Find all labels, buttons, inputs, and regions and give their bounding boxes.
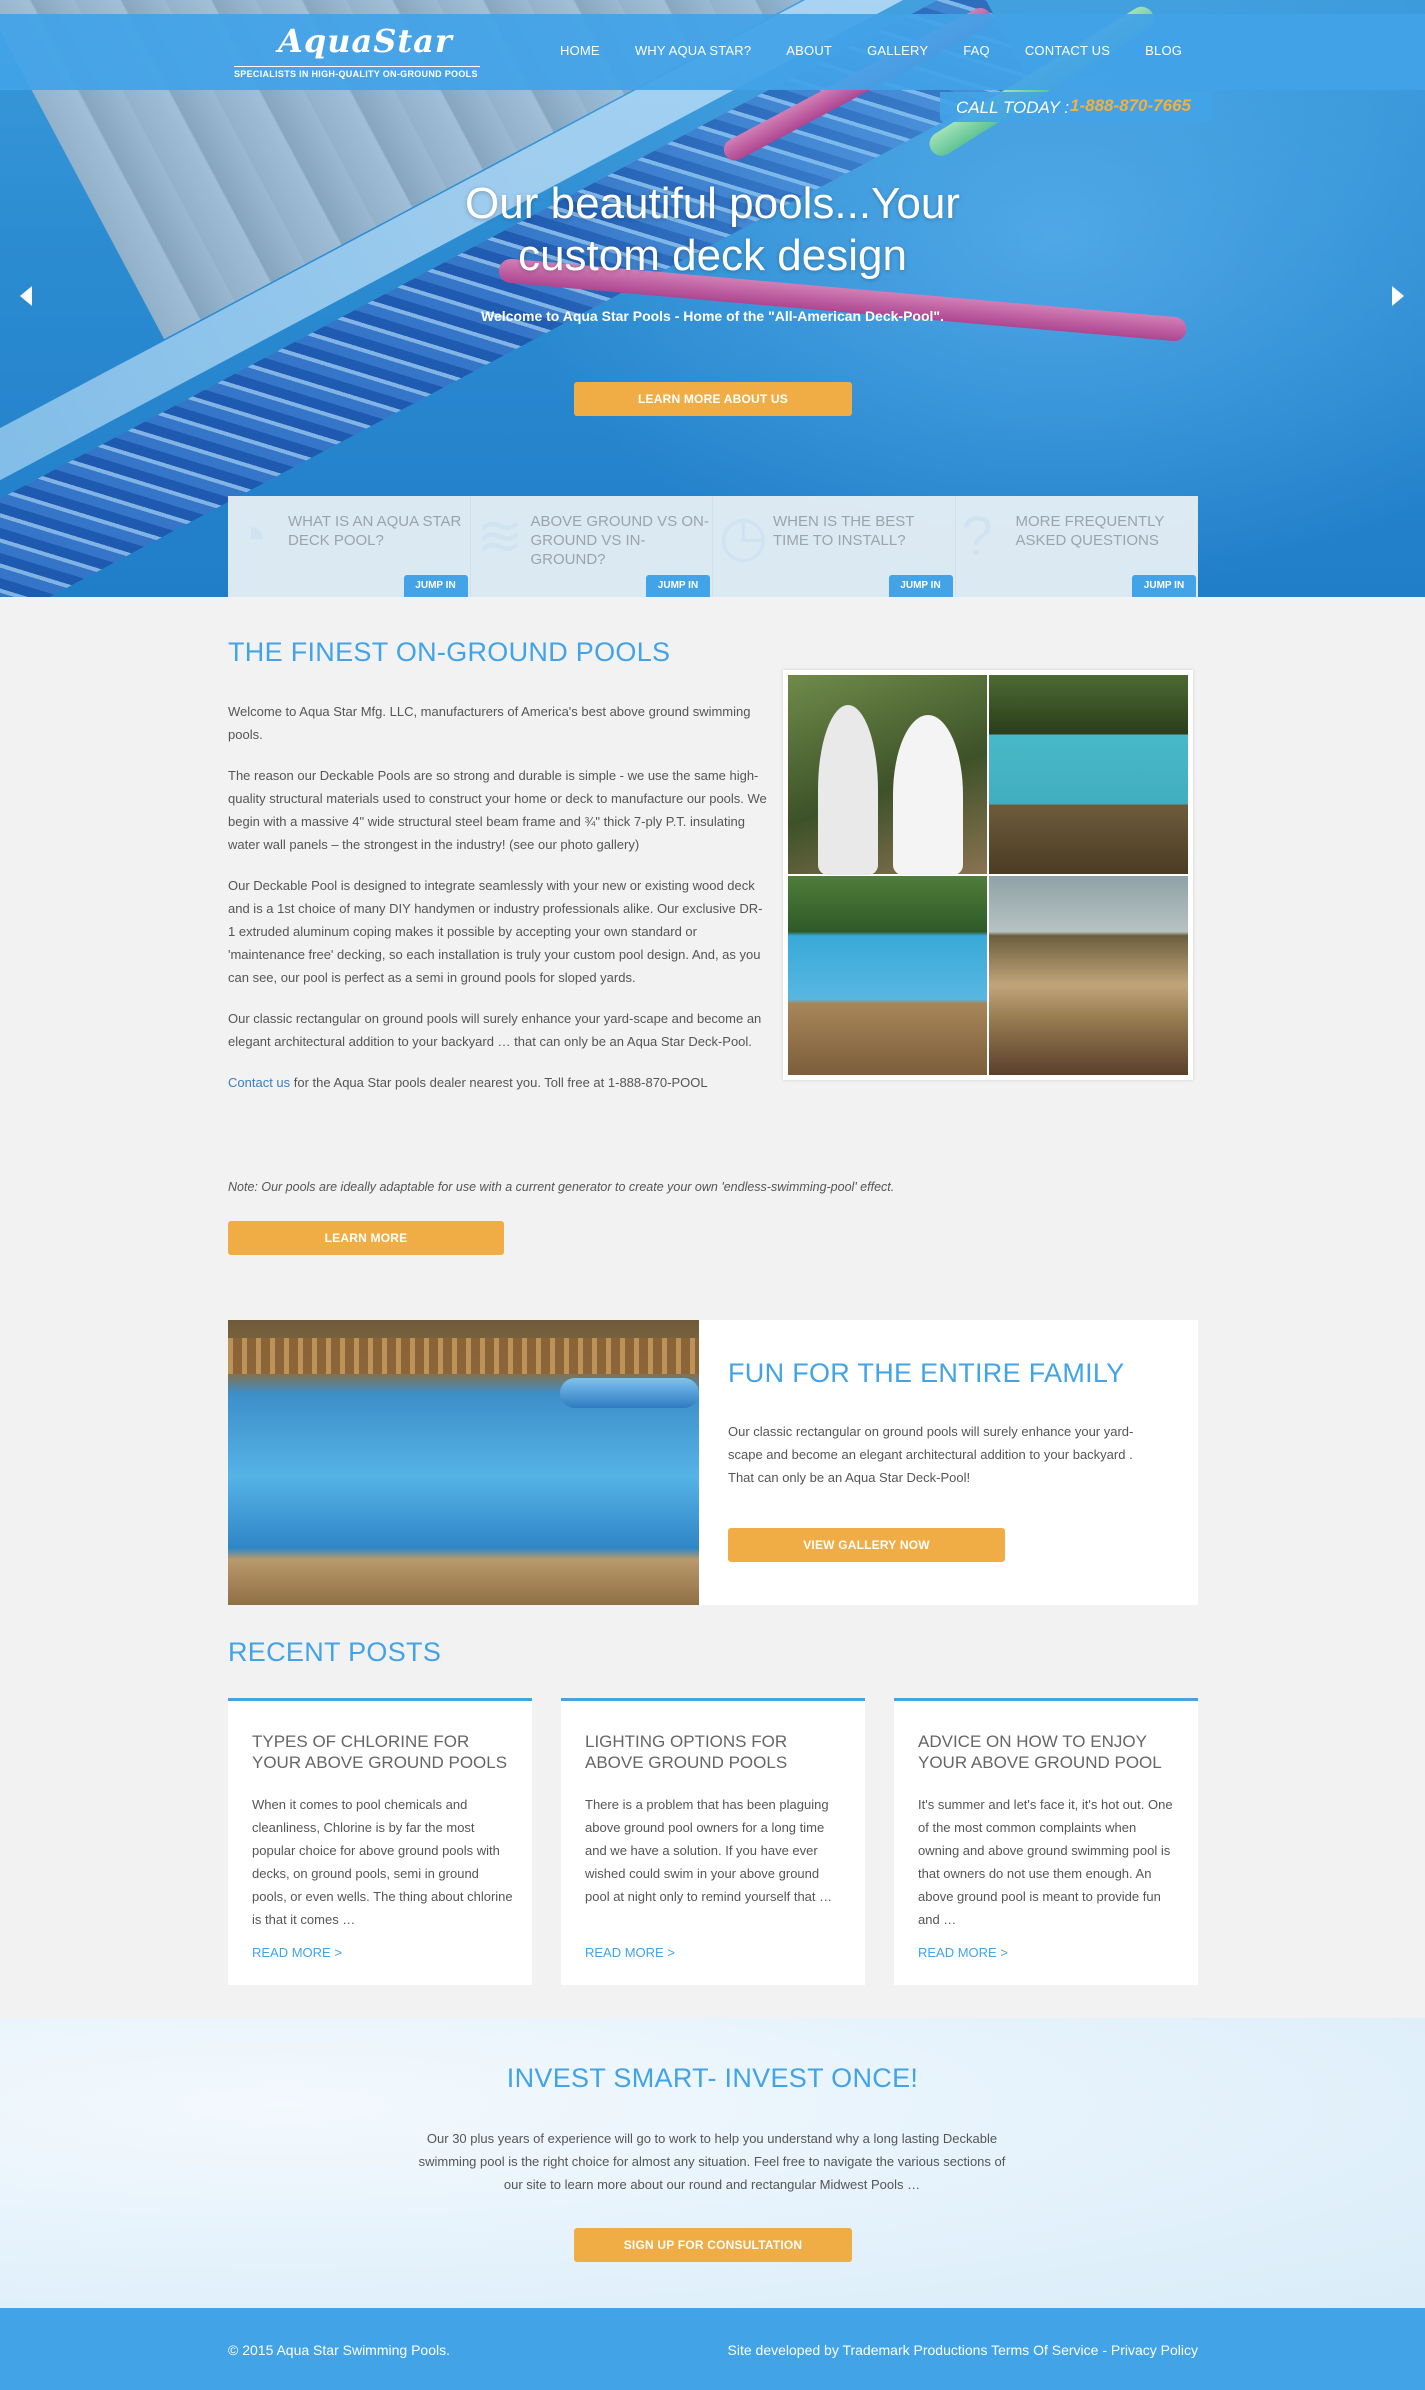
feature-card-text: WHAT IS AN AQUA STAR DECK POOL? — [288, 513, 462, 549]
slider-next-arrow-icon[interactable] — [1392, 286, 1404, 306]
nav-faq[interactable]: FAQ — [963, 43, 990, 58]
collage-photo-deck-pool — [788, 876, 987, 1075]
logo-tagline: SPECIALISTS IN HIGH-QUALITY ON-GROUND PO… — [234, 66, 480, 79]
jump-in-button[interactable]: JUMP IN — [888, 575, 953, 597]
read-more-link[interactable]: READ MORE > — [252, 1945, 342, 1960]
logo-text[interactable]: AquaStar — [278, 22, 453, 60]
photo-collage — [783, 670, 1193, 1080]
feature-card-text: MORE FREQUENTLY ASKED QUESTIONS — [1015, 513, 1165, 549]
post-title[interactable]: LIGHTING OPTIONS FOR ABOVE GROUND POOLS — [585, 1731, 847, 1773]
contact-line-text: for the Aqua Star pools dealer nearest y… — [290, 1075, 708, 1090]
feature-card[interactable]: ◷ WHEN IS THE BEST TIME TO INSTALL? JUMP… — [713, 496, 956, 597]
read-more-link[interactable]: READ MORE > — [918, 1945, 1008, 1960]
intro-paragraph: Welcome to Aqua Star Mfg. LLC, manufactu… — [228, 704, 751, 742]
post-card: ADVICE ON HOW TO ENJOY YOUR ABOVE GROUND… — [894, 1698, 1198, 1985]
sign-up-consultation-button[interactable]: SIGN UP FOR CONSULTATION — [574, 2228, 852, 2262]
family-body: Our classic rectangular on ground pools … — [728, 1424, 1134, 1485]
jump-in-button[interactable]: JUMP IN — [1132, 575, 1196, 597]
jump-in-button[interactable]: JUMP IN — [403, 575, 468, 597]
call-phone[interactable]: 1-888-870-7665 — [1070, 96, 1191, 116]
learn-more-button[interactable]: LEARN MORE — [228, 1221, 504, 1255]
intro-note: Note: Our pools are ideally adaptable fo… — [228, 1180, 895, 1194]
pool-ladder-icon: ◔ — [234, 504, 268, 567]
contact-us-link[interactable]: Contact us — [228, 1075, 290, 1090]
post-excerpt: It's summer and let's face it, it's hot … — [918, 1797, 1173, 1927]
nav-blog[interactable]: BLOG — [1145, 43, 1182, 58]
feature-card-text: WHEN IS THE BEST TIME TO INSTALL? — [773, 513, 915, 549]
post-title[interactable]: TYPES OF CHLORINE FOR YOUR ABOVE GROUND … — [252, 1731, 514, 1773]
jump-in-button[interactable]: JUMP IN — [646, 575, 710, 597]
feature-card[interactable]: ≋ ABOVE GROUND VS ON-GROUND VS IN-GROUND… — [471, 496, 713, 597]
slider-prev-arrow-icon[interactable] — [20, 286, 32, 306]
nav-why-aqua-star[interactable]: WHY AQUA STAR? — [635, 43, 751, 58]
intro-paragraph: Our classic rectangular on ground pools … — [228, 1011, 762, 1049]
nav-gallery[interactable]: GALLERY — [867, 43, 928, 58]
collage-photo-people — [788, 675, 987, 875]
main-nav: HOME WHY AQUA STAR? ABOUT GALLERY FAQ CO… — [560, 43, 1217, 58]
feature-cards: ◔ WHAT IS AN AQUA STAR DECK POOL? JUMP I… — [228, 496, 1198, 597]
hero-subtitle: Welcome to Aqua Star Pools - Home of the… — [481, 308, 944, 324]
call-label: CALL TODAY : — [956, 98, 1070, 117]
post-excerpt: There is a problem that has been plaguin… — [585, 1797, 833, 1904]
view-gallery-button[interactable]: VIEW GALLERY NOW — [728, 1528, 1005, 1562]
nav-contact-us[interactable]: CONTACT US — [1025, 43, 1110, 58]
read-more-link[interactable]: READ MORE > — [585, 1945, 675, 1960]
intro-body: Welcome to Aqua Star Mfg. LLC, manufactu… — [228, 700, 768, 1112]
question-mark-icon: ? — [961, 504, 993, 567]
post-title[interactable]: ADVICE ON HOW TO ENJOY YOUR ABOVE GROUND… — [918, 1731, 1180, 1773]
post-excerpt: When it comes to pool chemicals and clea… — [252, 1797, 513, 1927]
collage-photo-pool — [989, 675, 1188, 874]
water-waves-icon: ≋ — [476, 504, 524, 567]
intro-paragraph: Our Deckable Pool is designed to integra… — [228, 878, 763, 985]
recent-posts-title: RECENT POSTS — [228, 1637, 442, 1667]
hero-title: Our beautiful pools...Your custom deck d… — [465, 179, 960, 280]
footer-credits[interactable]: Site developed by Trademark Productions … — [678, 2342, 1198, 2358]
feature-card[interactable]: ? MORE FREQUENTLY ASKED QUESTIONS JUMP I… — [956, 496, 1199, 597]
deck-railing — [228, 1338, 699, 1374]
family-title: FUN FOR THE ENTIRE FAMILY — [728, 1358, 1125, 1388]
pool-cover-roll — [560, 1378, 699, 1408]
post-card: TYPES OF CHLORINE FOR YOUR ABOVE GROUND … — [228, 1698, 532, 1985]
collage-photo-frame — [989, 876, 1188, 1075]
clock-icon: ◷ — [719, 504, 768, 567]
contact-line: Contact us for the Aqua Star pools deale… — [228, 1071, 768, 1094]
invest-title: INVEST SMART- INVEST ONCE! — [506, 2063, 919, 2093]
feature-card[interactable]: ◔ WHAT IS AN AQUA STAR DECK POOL? JUMP I… — [228, 496, 471, 597]
intro-paragraph: The reason our Deckable Pools are so str… — [228, 768, 767, 852]
intro-title: THE FINEST ON-GROUND POOLS — [228, 637, 671, 667]
post-card: LIGHTING OPTIONS FOR ABOVE GROUND POOLS … — [561, 1698, 865, 1985]
feature-card-text: ABOVE GROUND VS ON-GROUND VS IN-GROUND? — [530, 513, 709, 568]
nav-about[interactable]: ABOUT — [786, 43, 832, 58]
invest-body: Our 30 plus years of experience will go … — [418, 2131, 1006, 2192]
learn-more-about-us-button[interactable]: LEARN MORE ABOUT US — [574, 382, 852, 416]
footer-copyright: © 2015 Aqua Star Swimming Pools. — [228, 2342, 450, 2358]
nav-home[interactable]: HOME — [560, 43, 600, 58]
